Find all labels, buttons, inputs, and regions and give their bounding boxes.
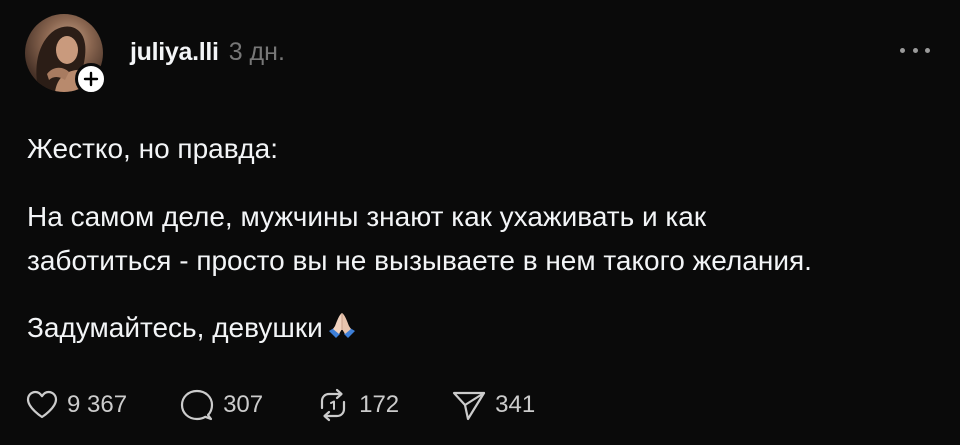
post-paragraph-2: На самом деле, мужчины знают как ухажива… <box>27 195 812 283</box>
send-icon <box>453 391 486 421</box>
post-paragraph-2-line-2: заботиться - просто вы не вызываете в не… <box>27 245 812 276</box>
reply-button[interactable]: 307 <box>179 388 263 422</box>
post-paragraph-3-text: Задумайтесь, девушки <box>27 312 323 343</box>
share-button[interactable]: 341 <box>451 388 535 422</box>
plus-icon <box>83 71 99 87</box>
like-count: 9 367 <box>67 391 128 418</box>
post-paragraph-3: Задумайтесь, девушки <box>27 306 357 352</box>
more-horizontal-icon-dot <box>900 47 905 53</box>
post-header: juliya.lli 3 дн. <box>130 38 285 67</box>
heart-icon <box>26 390 58 419</box>
post-paragraph-2-line-1: На самом деле, мужчины знают как ухажива… <box>27 201 707 232</box>
thread-post: juliya.lli 3 дн. Жестко, но правда: На с… <box>0 0 960 445</box>
praying-hands-icon <box>327 308 357 352</box>
follow-button[interactable] <box>75 63 107 95</box>
share-count: 341 <box>495 391 536 418</box>
comment-icon <box>180 389 214 421</box>
repost-icon <box>321 388 346 422</box>
repost-count: 172 <box>359 391 400 418</box>
author-username[interactable]: juliya.lli <box>130 38 219 67</box>
like-button[interactable]: 9 367 <box>25 389 127 421</box>
action-bar: 9 367 307 172 341 <box>25 385 587 425</box>
reply-count: 307 <box>223 391 264 418</box>
more-horizontal-icon-dot <box>925 47 930 53</box>
post-paragraph-1: Жестко, но правда: <box>27 133 278 164</box>
more-horizontal-icon-dot <box>912 47 918 53</box>
post-timestamp[interactable]: 3 дн. <box>229 38 285 67</box>
more-options-button[interactable] <box>900 40 930 60</box>
author-avatar-container[interactable] <box>25 14 107 95</box>
repost-button[interactable]: 172 <box>315 388 399 422</box>
